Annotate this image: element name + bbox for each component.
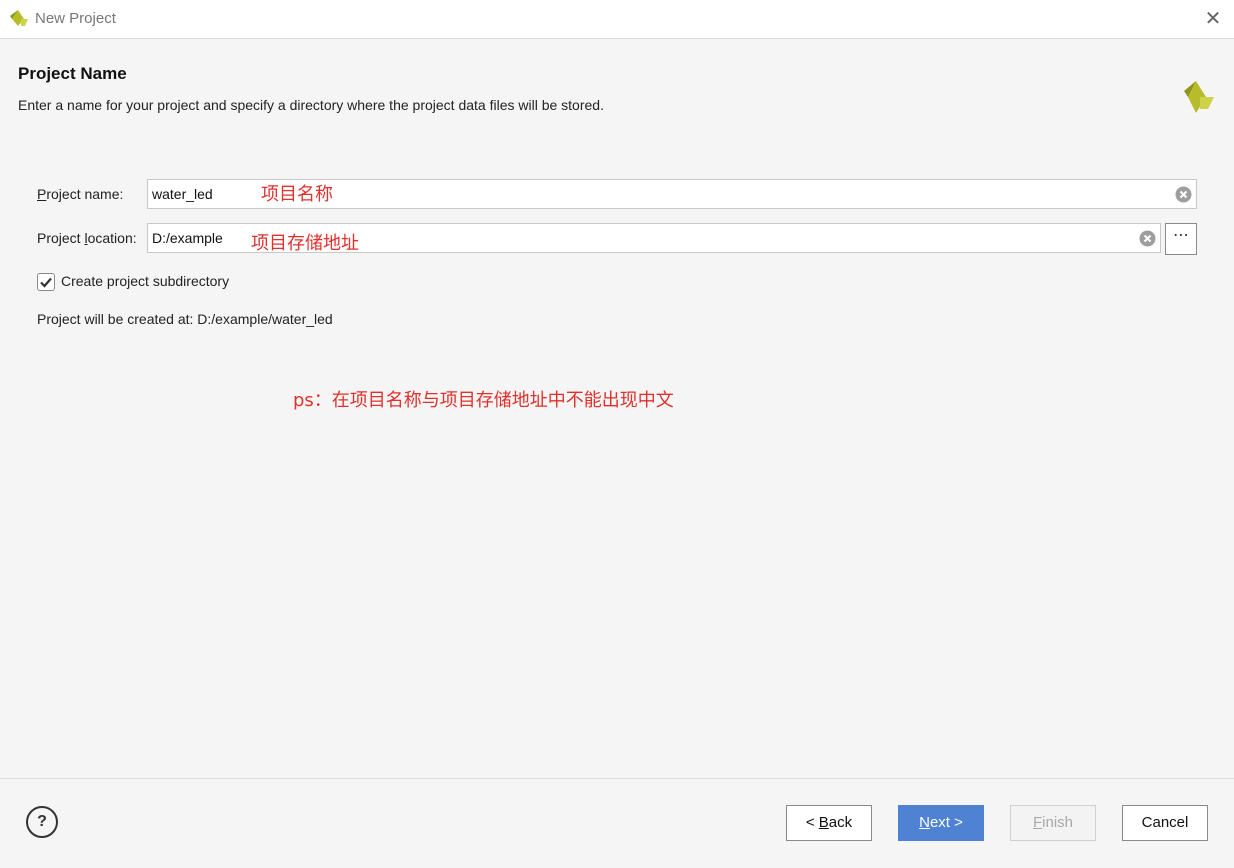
project-location-label: Project location: [37,230,137,246]
finish-button[interactable]: Finish [1010,805,1096,841]
title-bar: New Project ✕ [0,0,1234,39]
create-subdirectory-checkbox[interactable] [37,273,55,291]
project-path-summary: Project will be created at: D:/example/w… [37,311,333,327]
vivado-logo-icon [10,10,28,26]
project-location-annotation: 项目存储地址 [251,233,359,254]
cancel-button[interactable]: Cancel [1122,805,1208,841]
clear-icon[interactable] [1139,230,1156,247]
project-name-annotation: 项目名称 [261,184,333,205]
checkmark-icon [40,277,52,288]
ps-annotation: ps：在项目名称与项目存储地址中不能出现中文 [293,390,674,411]
project-path-value: D:/example/water_led [197,311,333,327]
vivado-logo-icon [1184,81,1214,113]
project-name-value: water_led [152,186,213,202]
page-description: Enter a name for your project and specif… [18,97,604,113]
project-name-label: Project name: [37,186,124,202]
next-button[interactable]: Next > [898,805,984,841]
page-header: Project Name Enter a name for your proje… [0,40,1234,135]
back-button[interactable]: < Back [786,805,872,841]
page-title: Project Name [18,64,127,83]
help-button[interactable]: ? [26,806,58,838]
browse-button[interactable]: ⋯ [1165,223,1197,255]
create-subdirectory-label: Create project subdirectory [61,273,230,289]
clear-icon[interactable] [1175,186,1192,203]
window-title: New Project [35,10,116,27]
close-icon[interactable]: ✕ [1202,8,1224,30]
project-location-value: D:/example [152,230,223,246]
